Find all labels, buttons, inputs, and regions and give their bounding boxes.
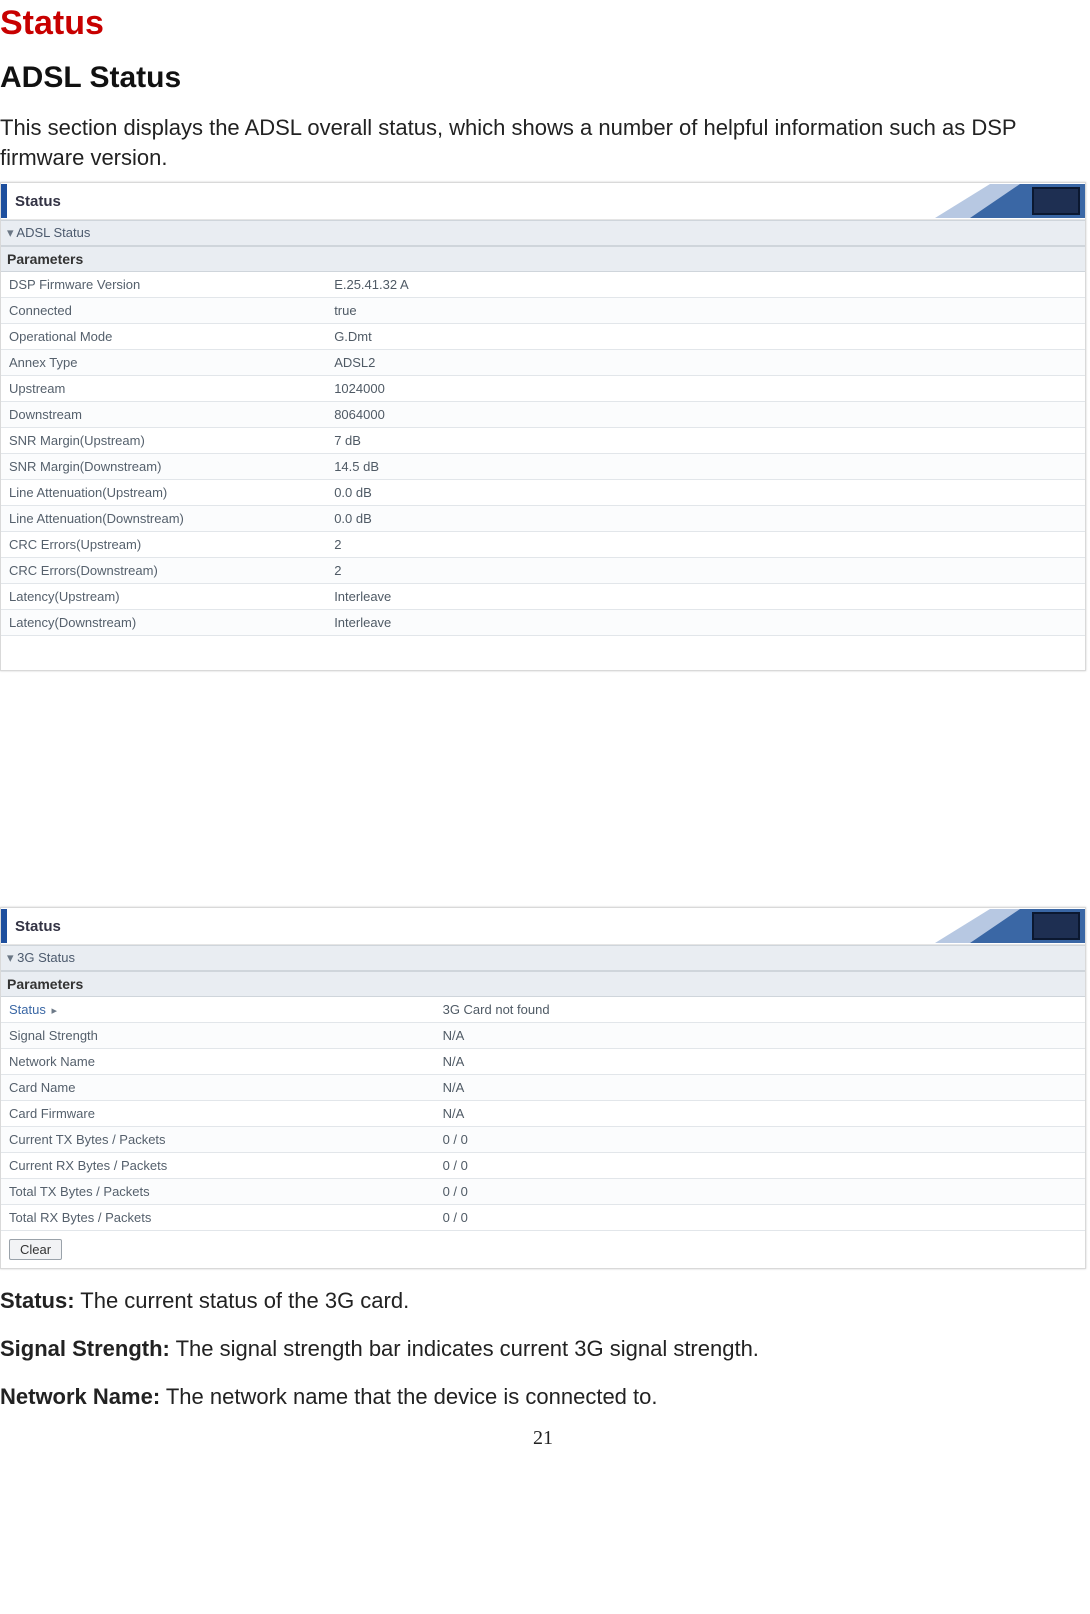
table-row: CRC Errors(Upstream)2 bbox=[1, 532, 1085, 558]
table-row: Latency(Upstream)Interleave bbox=[1, 584, 1085, 610]
table-row: Upstream1024000 bbox=[1, 376, 1085, 402]
param-name: Latency(Upstream) bbox=[1, 584, 326, 610]
table-row: Total RX Bytes / Packets0 / 0 bbox=[1, 1205, 1085, 1231]
table-row: CRC Errors(Downstream)2 bbox=[1, 558, 1085, 584]
param-value: 2 bbox=[326, 532, 1085, 558]
param-name: Downstream bbox=[1, 402, 326, 428]
table-row: Operational ModeG.Dmt bbox=[1, 324, 1085, 350]
param-value: Interleave bbox=[326, 584, 1085, 610]
param-value: 1024000 bbox=[326, 376, 1085, 402]
section-header-3g-status: ▾ 3G Status bbox=[1, 945, 1085, 971]
param-name: Current TX Bytes / Packets bbox=[1, 1127, 435, 1153]
param-value: 0 / 0 bbox=[435, 1127, 1085, 1153]
table-row: Connectedtrue bbox=[1, 298, 1085, 324]
description-network-name: Network Name: The network name that the … bbox=[0, 1381, 1086, 1413]
status-link[interactable]: Status bbox=[9, 1002, 46, 1017]
table-row: Line Attenuation(Upstream)0.0 dB bbox=[1, 480, 1085, 506]
param-value: 7 dB bbox=[326, 428, 1085, 454]
param-value: 0.0 dB bbox=[326, 506, 1085, 532]
table-row: Current RX Bytes / Packets0 / 0 bbox=[1, 1153, 1085, 1179]
param-name: Signal Strength bbox=[1, 1023, 435, 1049]
param-name: SNR Margin(Upstream) bbox=[1, 428, 326, 454]
table-row: Latency(Downstream)Interleave bbox=[1, 610, 1085, 636]
panel-tab-status: Status bbox=[1, 909, 61, 943]
param-value: Interleave bbox=[326, 610, 1085, 636]
page-title-status: Status bbox=[0, 4, 1086, 43]
param-value: 0 / 0 bbox=[435, 1205, 1085, 1231]
adsl-parameters-table: DSP Firmware VersionE.25.41.32 AConnecte… bbox=[1, 272, 1085, 636]
status-value: 3G Card not found bbox=[435, 997, 1085, 1023]
param-value: 8064000 bbox=[326, 402, 1085, 428]
param-name: Connected bbox=[1, 298, 326, 324]
table-row: Total TX Bytes / Packets0 / 0 bbox=[1, 1179, 1085, 1205]
param-name: DSP Firmware Version bbox=[1, 272, 326, 298]
param-value: N/A bbox=[435, 1075, 1085, 1101]
param-value: N/A bbox=[435, 1049, 1085, 1075]
param-value: true bbox=[326, 298, 1085, 324]
table-row: Line Attenuation(Downstream)0.0 dB bbox=[1, 506, 1085, 532]
param-value: 0.0 dB bbox=[326, 480, 1085, 506]
param-value: E.25.41.32 A bbox=[326, 272, 1085, 298]
param-name: Line Attenuation(Downstream) bbox=[1, 506, 326, 532]
param-value: ADSL2 bbox=[326, 350, 1085, 376]
param-value: 0 / 0 bbox=[435, 1153, 1085, 1179]
description-status: Status: The current status of the 3G car… bbox=[0, 1285, 1086, 1317]
table-row: Downstream8064000 bbox=[1, 402, 1085, 428]
parameters-header: Parameters bbox=[1, 246, 1085, 272]
table-row: Annex TypeADSL2 bbox=[1, 350, 1085, 376]
table-row: SNR Margin(Downstream)14.5 dB bbox=[1, 454, 1085, 480]
table-row: Current TX Bytes / Packets0 / 0 bbox=[1, 1127, 1085, 1153]
param-value: 2 bbox=[326, 558, 1085, 584]
param-name: Line Attenuation(Upstream) bbox=[1, 480, 326, 506]
param-name: Operational Mode bbox=[1, 324, 326, 350]
param-name: Annex Type bbox=[1, 350, 326, 376]
3g-parameters-table: Status ▸ 3G Card not found Signal Streng… bbox=[1, 997, 1085, 1231]
param-name: Latency(Downstream) bbox=[1, 610, 326, 636]
table-row: Network NameN/A bbox=[1, 1049, 1085, 1075]
param-name: CRC Errors(Downstream) bbox=[1, 558, 326, 584]
param-name: Current RX Bytes / Packets bbox=[1, 1153, 435, 1179]
param-name: Card Firmware bbox=[1, 1101, 435, 1127]
description-signal-strength: Signal Strength: The signal strength bar… bbox=[0, 1333, 1086, 1365]
table-row: Card FirmwareN/A bbox=[1, 1101, 1085, 1127]
param-name: Upstream bbox=[1, 376, 326, 402]
param-name: SNR Margin(Downstream) bbox=[1, 454, 326, 480]
param-value: G.Dmt bbox=[326, 324, 1085, 350]
param-name: Card Name bbox=[1, 1075, 435, 1101]
screenshot-adsl-status: Status ▾ ADSL Status Parameters DSP Firm… bbox=[0, 182, 1086, 671]
page-number: 21 bbox=[0, 1427, 1086, 1450]
param-name: Total RX Bytes / Packets bbox=[1, 1205, 435, 1231]
param-name: Total TX Bytes / Packets bbox=[1, 1179, 435, 1205]
table-row: DSP Firmware VersionE.25.41.32 A bbox=[1, 272, 1085, 298]
param-value: 14.5 dB bbox=[326, 454, 1085, 480]
param-value: N/A bbox=[435, 1023, 1085, 1049]
table-row: SNR Margin(Upstream)7 dB bbox=[1, 428, 1085, 454]
screenshot-3g-status: Status ▾ 3G Status Parameters Status ▸ 3… bbox=[0, 907, 1086, 1269]
clear-button[interactable]: Clear bbox=[9, 1239, 62, 1260]
panel-tab-status: Status bbox=[1, 184, 61, 218]
param-value: 0 / 0 bbox=[435, 1179, 1085, 1205]
parameters-header: Parameters bbox=[1, 971, 1085, 997]
intro-text: This section displays the ADSL overall s… bbox=[0, 113, 1086, 172]
param-value: N/A bbox=[435, 1101, 1085, 1127]
param-name: CRC Errors(Upstream) bbox=[1, 532, 326, 558]
table-row: Status ▸ 3G Card not found bbox=[1, 997, 1085, 1023]
param-name: Network Name bbox=[1, 1049, 435, 1075]
section-title-adsl-status: ADSL Status bbox=[0, 61, 1086, 95]
section-header-adsl-status: ▾ ADSL Status bbox=[1, 220, 1085, 246]
table-row: Signal StrengthN/A bbox=[1, 1023, 1085, 1049]
table-row: Card NameN/A bbox=[1, 1075, 1085, 1101]
chevron-right-icon: ▸ bbox=[49, 1005, 57, 1017]
header-artwork-icon bbox=[935, 909, 1085, 943]
header-artwork-icon bbox=[935, 184, 1085, 218]
